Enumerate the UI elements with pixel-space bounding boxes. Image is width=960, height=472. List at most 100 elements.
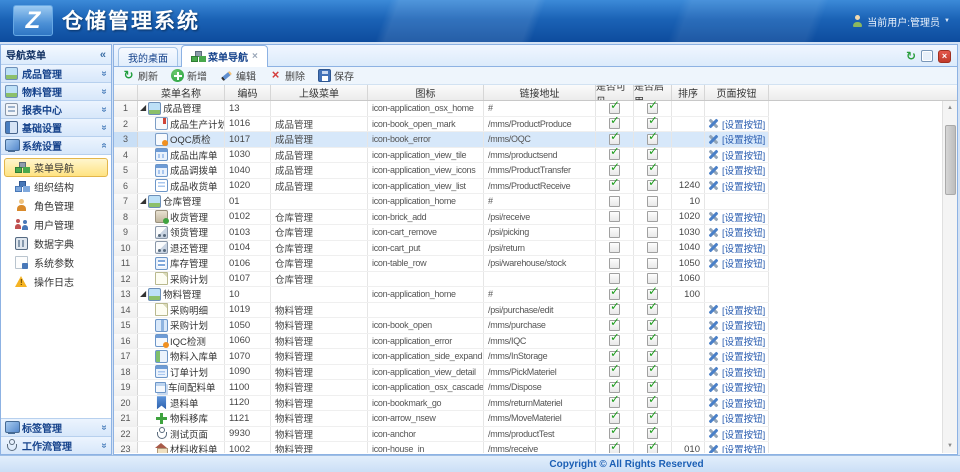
enabled-checkbox[interactable]	[647, 196, 658, 207]
column-header[interactable]: 是否可见	[596, 85, 634, 100]
table-row[interactable]: 16IQC检测1060物料管理icon-application_error/mm…	[114, 334, 769, 350]
settings-button[interactable]: [设置按钮]	[705, 225, 765, 239]
column-header-rownum[interactable]	[114, 85, 138, 100]
visible-checkbox[interactable]: ✓	[609, 180, 620, 191]
vertical-scrollbar[interactable]: ▲ ▼	[942, 101, 957, 453]
sidebar-group[interactable]: 标签管理»	[1, 418, 111, 436]
enabled-checkbox[interactable]	[647, 273, 658, 284]
enabled-checkbox[interactable]: ✓	[647, 382, 658, 393]
sidebar-item[interactable]: 组织结构	[4, 177, 108, 196]
table-row[interactable]: 17物料入库单1070物料管理icon-application_side_exp…	[114, 349, 769, 365]
scroll-down-icon[interactable]: ▼	[943, 439, 957, 453]
table-row[interactable]: 14采购明细1019物料管理/psi/purchase/edit✓✓[设置按钮]	[114, 303, 769, 319]
table-row[interactable]: 3OQC质检1017成品管理icon-book_error/mms/OQC✓✓[…	[114, 132, 769, 148]
visible-checkbox[interactable]: ✓	[609, 366, 620, 377]
enabled-checkbox[interactable]	[647, 227, 658, 238]
settings-button[interactable]: [设置按钮]	[705, 318, 765, 332]
settings-button[interactable]: [设置按钮]	[705, 256, 765, 270]
settings-button[interactable]: [设置按钮]	[705, 132, 765, 146]
table-row[interactable]: 9领货管理0103仓库管理icon-cart_remove/psi/pickin…	[114, 225, 769, 241]
sidebar-group[interactable]: 成品管理»	[1, 65, 111, 83]
settings-button[interactable]: [设置按钮]	[705, 380, 765, 394]
visible-checkbox[interactable]: ✓	[609, 397, 620, 408]
enabled-checkbox[interactable]: ✓	[647, 428, 658, 439]
close-tab-icon[interactable]: ×	[252, 51, 258, 62]
enabled-checkbox[interactable]	[647, 211, 658, 222]
table-row[interactable]: 10退还管理0104仓库管理icon-cart_put/psi/return10…	[114, 241, 769, 257]
visible-checkbox[interactable]	[609, 227, 620, 238]
column-header[interactable]: 链接地址	[484, 85, 596, 100]
visible-checkbox[interactable]: ✓	[609, 413, 620, 424]
user-menu[interactable]: 当前用户:管理员 ▼	[851, 0, 950, 42]
table-row[interactable]: 20退料单1120物料管理icon-bookmark_go/mms/return…	[114, 396, 769, 412]
sidebar-item[interactable]: 用户管理	[4, 215, 108, 234]
table-row[interactable]: 4成品出库单1030成品管理icon-application_view_tile…	[114, 148, 769, 164]
table-row[interactable]: 7◢仓库管理01icon-application_home#10	[114, 194, 769, 210]
visible-checkbox[interactable]: ✓	[609, 149, 620, 160]
table-row[interactable]: 11库存管理0106仓库管理icon-table_row/psi/warehou…	[114, 256, 769, 272]
table-row[interactable]: 19车间配料单1100物料管理icon-application_osx_casc…	[114, 380, 769, 396]
enabled-checkbox[interactable]: ✓	[647, 134, 658, 145]
visible-checkbox[interactable]: ✓	[609, 444, 620, 453]
sidebar-group[interactable]: 报表中心»	[1, 101, 111, 119]
toolbar-refresh-button[interactable]: ↻刷新	[122, 68, 158, 83]
visible-checkbox[interactable]: ✓	[609, 382, 620, 393]
visible-checkbox[interactable]: ✓	[609, 103, 620, 114]
refresh-panel-icon[interactable]: ↻	[906, 50, 916, 62]
enabled-checkbox[interactable]: ✓	[647, 444, 658, 453]
settings-button[interactable]: [设置按钮]	[705, 210, 765, 224]
column-header[interactable]: 图标	[368, 85, 484, 100]
table-row[interactable]: 15采购计划1050物料管理icon-book_open/mms/purchas…	[114, 318, 769, 334]
tree-expanded-icon[interactable]: ◢	[140, 197, 146, 205]
visible-checkbox[interactable]: ✓	[609, 428, 620, 439]
sidebar-group[interactable]: 物料管理»	[1, 83, 111, 101]
tab-my-desktop[interactable]: 我的桌面	[118, 47, 178, 66]
column-header[interactable]: 页面按钮	[705, 85, 769, 100]
visible-checkbox[interactable]: ✓	[609, 335, 620, 346]
tree-expanded-icon[interactable]: ◢	[140, 104, 146, 112]
tab-menu-navigation[interactable]: 菜单导航 ×	[181, 45, 268, 67]
sidebar-group[interactable]: 基础设置»	[1, 119, 111, 137]
scrollbar-thumb[interactable]	[945, 125, 956, 195]
enabled-checkbox[interactable]: ✓	[647, 335, 658, 346]
column-header[interactable]: 排序	[672, 85, 705, 100]
scroll-up-icon[interactable]: ▲	[943, 101, 957, 115]
settings-button[interactable]: [设置按钮]	[705, 241, 765, 255]
toolbar-save-button[interactable]: 保存	[318, 68, 354, 83]
table-row[interactable]: 5成品调拨单1040成品管理icon-application_view_icon…	[114, 163, 769, 179]
enabled-checkbox[interactable]: ✓	[647, 289, 658, 300]
enabled-checkbox[interactable]: ✓	[647, 366, 658, 377]
column-header[interactable]: 菜单名称	[138, 85, 225, 100]
column-header[interactable]: 编码	[225, 85, 271, 100]
sidebar-item[interactable]: 操作日志	[4, 272, 108, 291]
settings-button[interactable]: [设置按钮]	[705, 396, 765, 410]
sidebar-group[interactable]: 系统设置»	[1, 137, 111, 155]
enabled-checkbox[interactable]: ✓	[647, 118, 658, 129]
enabled-checkbox[interactable]: ✓	[647, 180, 658, 191]
enabled-checkbox[interactable]: ✓	[647, 304, 658, 315]
visible-checkbox[interactable]: ✓	[609, 134, 620, 145]
column-header[interactable]: 上级菜单	[271, 85, 368, 100]
sidebar-item[interactable]: 系统参数	[4, 253, 108, 272]
settings-button[interactable]: [设置按钮]	[705, 365, 765, 379]
visible-checkbox[interactable]: ✓	[609, 118, 620, 129]
table-row[interactable]: 8收货管理0102仓库管理icon-brick_add/psi/receive1…	[114, 210, 769, 226]
table-row[interactable]: 12采购计划0107仓库管理1060	[114, 272, 769, 288]
toolbar-edit-button[interactable]: 编辑	[220, 68, 256, 83]
settings-button[interactable]: [设置按钮]	[705, 148, 765, 162]
settings-button[interactable]: [设置按钮]	[705, 303, 765, 317]
visible-checkbox[interactable]: ✓	[609, 304, 620, 315]
enabled-checkbox[interactable]	[647, 242, 658, 253]
visible-checkbox[interactable]	[609, 258, 620, 269]
visible-checkbox[interactable]: ✓	[609, 351, 620, 362]
settings-button[interactable]: [设置按钮]	[705, 117, 765, 131]
sidebar-group[interactable]: 工作流管理»	[1, 436, 111, 454]
sidebar-item[interactable]: 菜单导航	[4, 158, 108, 177]
collapse-sidebar-icon[interactable]: «	[100, 49, 106, 61]
visible-checkbox[interactable]	[609, 196, 620, 207]
maximize-icon[interactable]	[921, 50, 933, 62]
visible-checkbox[interactable]: ✓	[609, 165, 620, 176]
sidebar-item[interactable]: 数据字典	[4, 234, 108, 253]
table-row[interactable]: 1◢成品管理13icon-application_osx_home#✓✓	[114, 101, 769, 117]
enabled-checkbox[interactable]: ✓	[647, 413, 658, 424]
